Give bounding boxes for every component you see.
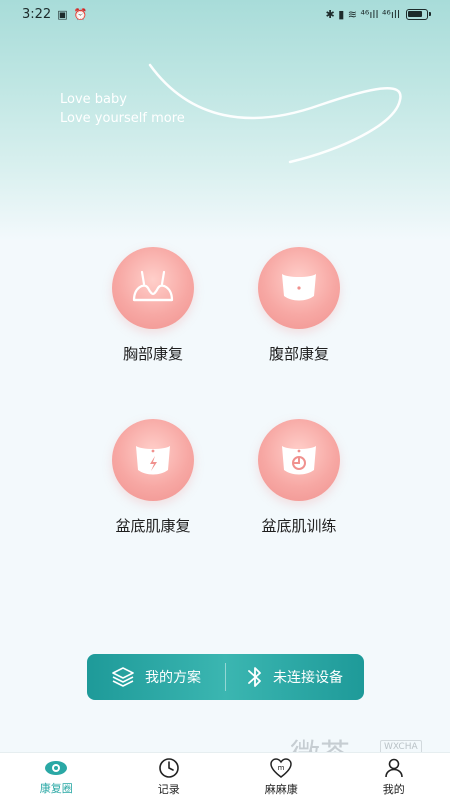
module-abdomen-circle[interactable] [258, 247, 340, 329]
status-bar: 3:22 ▣ ⏰ ✱ ▮ ≋ ⁴⁶ıll ⁴⁶ıll [0, 0, 450, 28]
nfc-icon: ▣ [57, 7, 68, 21]
module-chest-label: 胸部康复 [122, 345, 183, 363]
clock-icon [158, 757, 179, 778]
svg-text:m: m [278, 764, 285, 772]
tab-mine[interactable]: 我的 [338, 753, 450, 800]
connect-device-button[interactable]: 未连接设备 [226, 654, 364, 700]
abdomen-icon [282, 274, 316, 301]
slogan-line-1: Love baby [60, 92, 127, 107]
user-icon [384, 758, 403, 777]
signal-icons: ✱ ▮ ≋ ⁴⁶ıll ⁴⁶ıll [325, 7, 400, 21]
module-pelvic-training-label: 盆底肌训练 [261, 517, 337, 535]
tab-mine-label: 我的 [382, 782, 405, 796]
module-pelvic-rehab-circle[interactable] [112, 419, 194, 501]
pelvic-repair-icon [136, 446, 170, 475]
my-plan-label: 我的方案 [145, 670, 201, 686]
module-chest-circle[interactable] [112, 247, 194, 329]
module-chest-rehab[interactable]: 胸部康复 [78, 247, 228, 364]
hero-slogan: Love baby Love yourself more [60, 90, 185, 128]
tab-records-label: 记录 [157, 782, 180, 796]
heart-m-icon: m [270, 757, 293, 778]
alarm-icon: ⏰ [73, 7, 88, 21]
module-pelvic-rehab-label: 盆底肌康复 [115, 517, 191, 535]
module-pelvic-training-circle[interactable] [258, 419, 340, 501]
tab-rehab-circle[interactable]: 康复圈 [0, 753, 113, 800]
module-abdomen-rehab[interactable]: 腹部康复 [224, 247, 374, 364]
bluetooth-icon [248, 667, 261, 687]
bottom-tab-bar: 康复圈 记录 m 麻麻康 我的 [0, 752, 450, 800]
my-plan-button[interactable]: 我的方案 [87, 654, 225, 700]
chest-icon [132, 270, 174, 302]
tab-mamakang-label: 麻麻康 [264, 782, 298, 796]
slogan-line-2: Love yourself more [60, 111, 185, 126]
module-abdomen-label: 腹部康复 [268, 345, 329, 363]
pelvic-training-icon [282, 446, 316, 475]
device-status-label: 未连接设备 [273, 670, 343, 686]
action-bar: 我的方案 未连接设备 [87, 654, 364, 700]
eye-icon [45, 760, 68, 775]
layers-icon [112, 667, 134, 687]
module-pelvic-training[interactable]: 盆底肌训练 [224, 419, 374, 536]
battery-icon [406, 8, 431, 20]
tab-rehab-circle-label: 康复圈 [39, 781, 73, 795]
tab-mamakang[interactable]: m 麻麻康 [225, 753, 338, 800]
tab-records[interactable]: 记录 [113, 753, 226, 800]
module-pelvic-rehab[interactable]: 盆底肌康复 [78, 419, 228, 536]
status-time: 3:22 [22, 6, 52, 22]
